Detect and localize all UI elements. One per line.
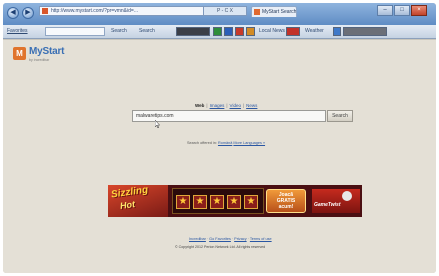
search-input[interactable]: malwaretips.com bbox=[132, 110, 326, 122]
mystart-logo-icon[interactable]: M bbox=[13, 47, 26, 60]
toolbar-icon-red-icon[interactable] bbox=[235, 27, 244, 36]
toolbar-search-button[interactable]: Search bbox=[111, 27, 127, 36]
banner-subtitle: Hot bbox=[119, 199, 136, 211]
star-icon: ★ bbox=[244, 195, 258, 209]
language-link[interactable]: Română bbox=[218, 141, 232, 145]
search-tabs: Web | Images | Video | News bbox=[195, 102, 285, 110]
star-icon: ★ bbox=[193, 195, 207, 209]
browser-titlebar: ◀ ▶ http://www.mystart.com/?pr=vmn&id=..… bbox=[3, 3, 436, 25]
browser-toolbar: Favorites Search Search Local News Weath… bbox=[3, 25, 436, 39]
toolbar-badge-icon[interactable] bbox=[286, 27, 300, 36]
tab-images[interactable]: Images bbox=[210, 103, 225, 108]
favorites-link[interactable]: Favorites bbox=[7, 27, 28, 36]
offered-label: Search offered in: bbox=[187, 141, 217, 145]
back-button[interactable]: ◀ bbox=[7, 7, 19, 19]
mystart-logo-text[interactable]: MyStart bbox=[29, 46, 64, 57]
monitor-frame: ◀ ▶ http://www.mystart.com/?pr=vmn&id=..… bbox=[3, 3, 436, 273]
toolbar-icon-blue-icon[interactable] bbox=[224, 27, 233, 36]
star-icon: ★ bbox=[176, 195, 190, 209]
toolbar-extra-buttons[interactable] bbox=[343, 27, 387, 36]
footer-link-privacy[interactable]: Privacy bbox=[234, 237, 246, 241]
ad-banner[interactable]: Sizzling Hot ★ ★ ★ ★ ★ Joacă GRATIS acum… bbox=[108, 185, 362, 217]
more-languages-link[interactable]: More Languages » bbox=[233, 141, 265, 145]
brand-mark-icon bbox=[342, 191, 352, 201]
tab-favicon-icon bbox=[254, 9, 260, 15]
toolbar-icon-green-icon[interactable] bbox=[213, 27, 222, 36]
address-url: http://www.mystart.com/?pr=vmn&id=... bbox=[51, 8, 138, 14]
mouse-cursor-icon bbox=[155, 120, 160, 128]
close-window-button[interactable]: × bbox=[411, 5, 427, 16]
logo-tagline: by Incredibar bbox=[29, 58, 50, 62]
toolbar-search-field[interactable] bbox=[45, 27, 105, 36]
banner-slot-grid: ★ ★ ★ ★ ★ bbox=[172, 188, 264, 214]
back-arrow-icon: ◀ bbox=[10, 9, 16, 16]
tab-news[interactable]: News bbox=[246, 103, 257, 108]
forward-arrow-icon: ▶ bbox=[25, 9, 31, 16]
screenshot: ◀ ▶ http://www.mystart.com/?pr=vmn&id=..… bbox=[0, 0, 439, 276]
banner-brand-panel bbox=[312, 189, 360, 213]
cta-line-3: acum! bbox=[278, 204, 294, 210]
toolbar-media-controls[interactable] bbox=[176, 27, 210, 36]
banner-cta-button[interactable]: Joacă GRATIS acum! bbox=[266, 189, 306, 213]
toolbar-search-button-2[interactable]: Search bbox=[139, 27, 155, 36]
footer-link-go-favorites[interactable]: Go Favorites bbox=[209, 237, 231, 241]
search-button[interactable]: Search bbox=[327, 110, 353, 122]
minimize-button[interactable]: – bbox=[377, 5, 393, 16]
tab-mystart[interactable]: MyStart Search bbox=[251, 6, 297, 17]
toolbar-globe-icon[interactable] bbox=[333, 27, 341, 36]
local-news-link[interactable]: Local News bbox=[259, 27, 285, 36]
star-icon: ★ bbox=[210, 195, 224, 209]
address-controls[interactable]: P - C X bbox=[203, 6, 247, 16]
banner-brand-name: GameTwist bbox=[314, 202, 341, 208]
footer-link-incredibar[interactable]: Incredibar bbox=[189, 237, 206, 241]
toolbar-icon-orange-icon[interactable] bbox=[246, 27, 255, 36]
tab-title: MyStart Search bbox=[262, 9, 296, 15]
weather-link[interactable]: Weather bbox=[305, 27, 324, 36]
tab-video[interactable]: Video bbox=[230, 103, 241, 108]
search-language-line: Search offered in: Română More Languages… bbox=[187, 141, 265, 145]
tab-web[interactable]: Web bbox=[195, 103, 204, 108]
footer-links: Incredibar·Go Favorites·Privacy·Terms of… bbox=[189, 237, 272, 241]
copyright-text: © Copyright 2012 Perion Network Ltd. All… bbox=[175, 245, 266, 249]
forward-button[interactable]: ▶ bbox=[22, 7, 34, 19]
page-content: M MyStart by Incredibar Web | Images | Video… bbox=[3, 40, 436, 273]
footer-link-terms[interactable]: Terms of use bbox=[250, 237, 272, 241]
maximize-button[interactable]: □ bbox=[394, 5, 410, 16]
site-favicon-icon bbox=[42, 8, 48, 14]
star-icon: ★ bbox=[227, 195, 241, 209]
